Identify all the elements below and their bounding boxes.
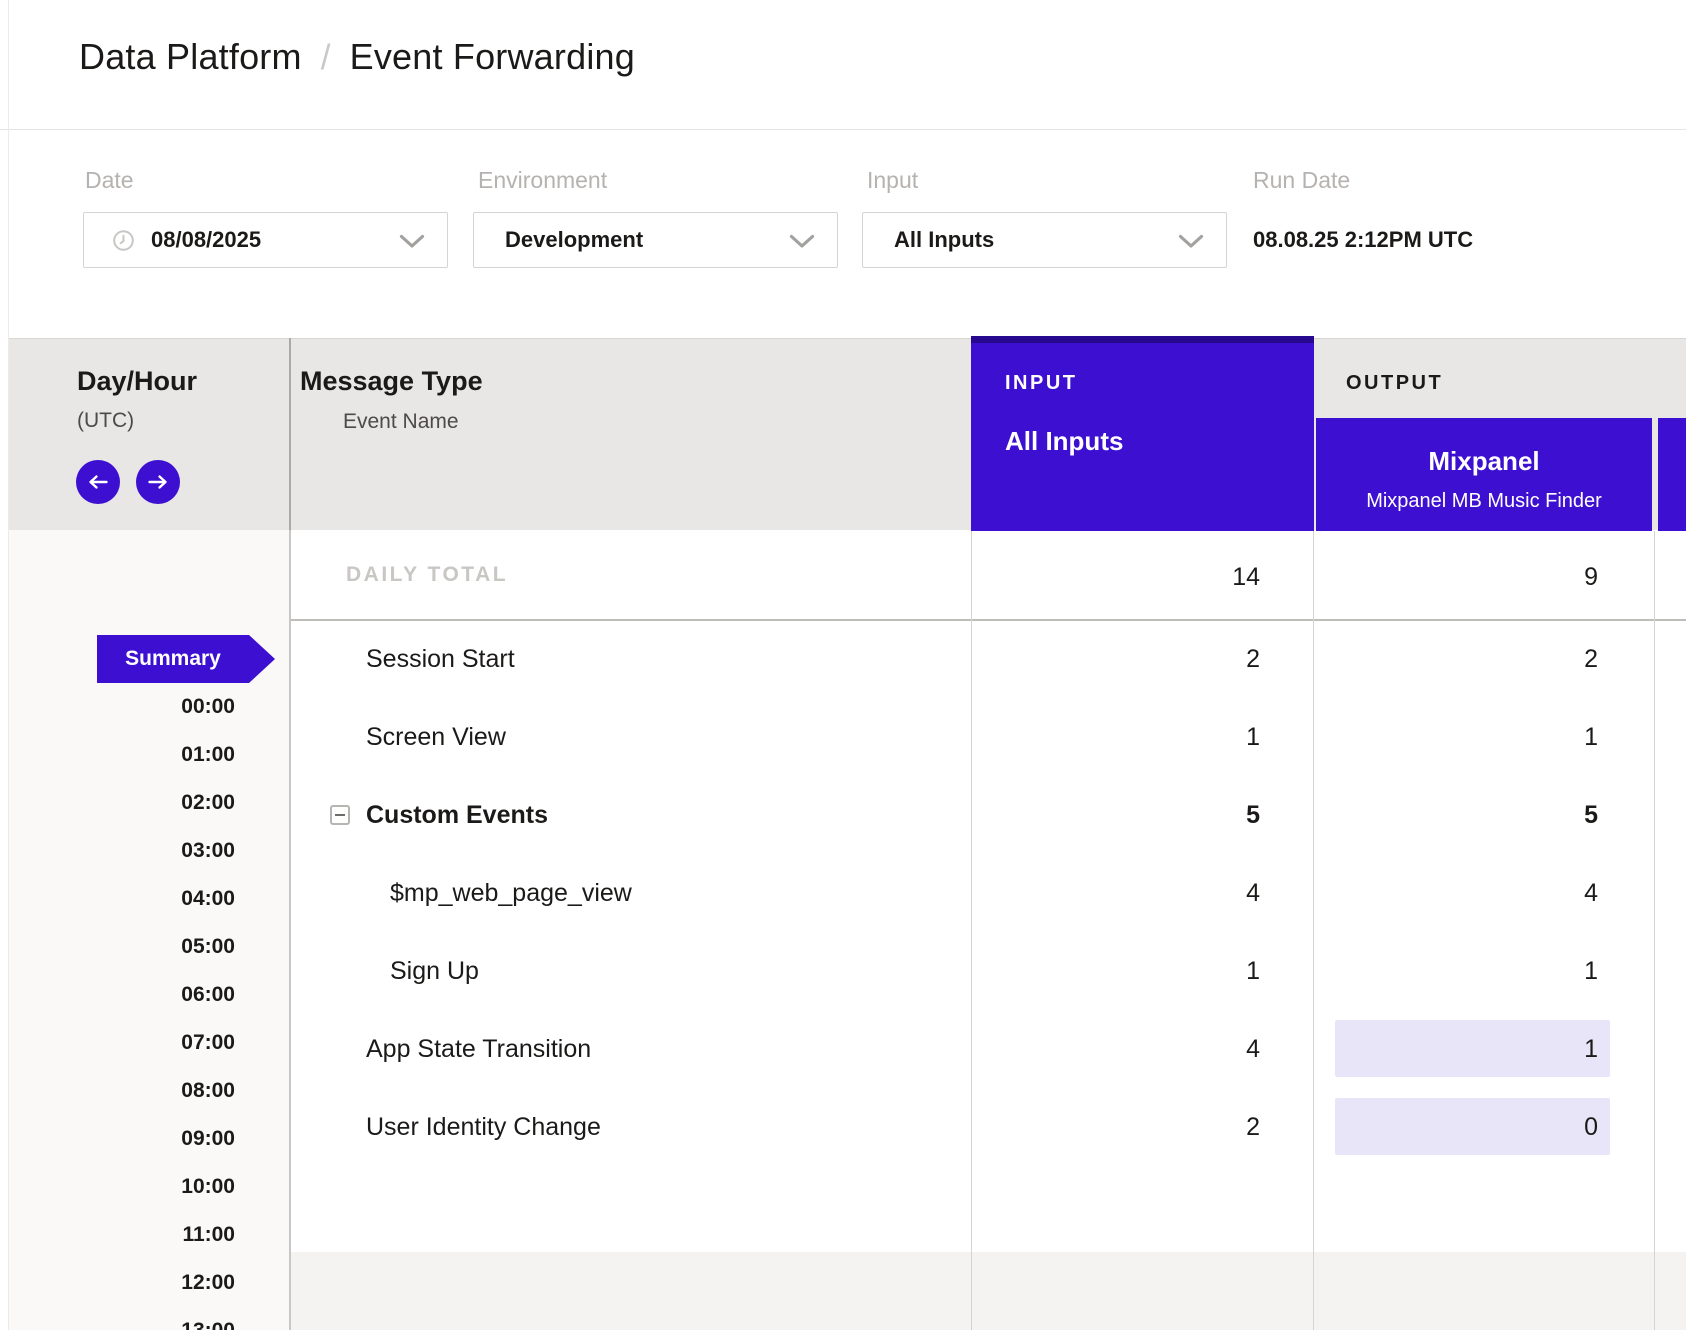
column-border <box>971 531 972 1330</box>
daily-total-input-value: 14 <box>971 560 1260 594</box>
hour-row-selector[interactable]: 13:00 <box>85 1307 235 1330</box>
event-label: Sign Up <box>390 932 479 1010</box>
run-date-value: 08.08.25 2:12PM UTC <box>1253 212 1473 268</box>
input-count-cell: 1 <box>971 698 1260 776</box>
hour-row-selector[interactable]: 08:00 <box>85 1067 235 1115</box>
page-title: Event Forwarding <box>350 36 635 78</box>
output-count-cell: 0 <box>1316 1088 1598 1166</box>
output-count-cell: 4 <box>1316 854 1598 932</box>
hour-row-selector[interactable]: 04:00 <box>85 875 235 923</box>
column-border <box>289 530 291 1330</box>
hour-row-selector[interactable]: 09:00 <box>85 1115 235 1163</box>
breadcrumb-section[interactable]: Data Platform <box>79 36 302 78</box>
header-divider <box>0 129 1686 130</box>
chevron-down-icon <box>399 234 425 254</box>
environment-filter-label: Environment <box>478 167 607 194</box>
input-count-cell: 4 <box>971 854 1260 932</box>
collapse-icon[interactable] <box>330 805 350 825</box>
run-date-label: Run Date <box>1253 167 1350 194</box>
chevron-down-icon <box>789 234 815 254</box>
page-left-edge-line <box>8 0 9 1330</box>
event-label: App State Transition <box>366 1010 591 1088</box>
input-dropdown[interactable]: All Inputs <box>862 212 1227 268</box>
event-label: $mp_web_page_view <box>390 854 632 932</box>
previous-day-button[interactable] <box>76 460 120 504</box>
output-count-cell: 1 <box>1316 932 1598 1010</box>
event-name-subheader: Event Name <box>343 410 459 434</box>
summary-flag-tip <box>249 635 275 683</box>
arrow-left-icon <box>87 474 109 490</box>
date-dropdown[interactable]: 08/08/2025 <box>83 212 448 268</box>
event-label: Session Start <box>366 620 515 698</box>
environment-dropdown-value: Development <box>505 227 643 253</box>
breadcrumb-separator: / <box>321 38 331 78</box>
input-count-cell: 2 <box>971 620 1260 698</box>
hour-row-selector[interactable]: 10:00 <box>85 1163 235 1211</box>
event-label: User Identity Change <box>366 1088 601 1166</box>
output-column-header-mixpanel[interactable]: Mixpanel Mixpanel MB Music Finder <box>1316 418 1652 531</box>
day-hour-sidebar: Summary 00:00 01:00 02:00 03:00 04:00 05… <box>8 530 290 1330</box>
input-column-title: All Inputs <box>1005 426 1123 457</box>
input-count-cell: 2 <box>971 1088 1260 1166</box>
breadcrumb: Data Platform / Event Forwarding <box>79 36 635 78</box>
environment-dropdown[interactable]: Development <box>473 212 838 268</box>
hour-row-selector[interactable]: 07:00 <box>85 1019 235 1067</box>
input-section-label: INPUT <box>1005 372 1078 395</box>
arrow-right-icon <box>147 474 169 490</box>
hour-row-selector[interactable]: 12:00 <box>85 1259 235 1307</box>
event-forwarding-screen: Data Platform / Event Forwarding Date En… <box>0 0 1686 1330</box>
output-count-cell: 5 <box>1316 776 1598 854</box>
chevron-down-icon <box>1178 234 1204 254</box>
hour-row-selector[interactable]: 05:00 <box>85 923 235 971</box>
table-row: Sign Up 1 1 <box>290 932 1686 1010</box>
table-row: Session Start 2 2 <box>290 620 1686 698</box>
summary-flag-label: Summary <box>97 635 249 683</box>
input-count-cell: 1 <box>971 932 1260 1010</box>
daily-total-output-value: 9 <box>1316 560 1598 594</box>
event-label: Screen View <box>366 698 506 776</box>
input-count-cell: 4 <box>971 1010 1260 1088</box>
output-count-cell: 1 <box>1316 698 1598 776</box>
date-dropdown-value: 08/08/2025 <box>151 227 261 253</box>
empty-rows-band <box>290 1252 1686 1330</box>
hour-row-selector[interactable]: 11:00 <box>85 1211 235 1259</box>
table-row: Custom Events 5 5 <box>290 776 1686 854</box>
hour-row-selector[interactable]: 00:00 <box>85 683 235 731</box>
hour-row-selector[interactable]: 02:00 <box>85 779 235 827</box>
output-count-cell: 1 <box>1316 1010 1598 1088</box>
daily-total-label: DAILY TOTAL <box>346 563 508 587</box>
column-border <box>1654 531 1655 1330</box>
input-filter-label: Input <box>867 167 918 194</box>
day-hour-timezone: (UTC) <box>77 409 134 433</box>
day-hour-header: Day/Hour <box>77 366 197 397</box>
output-column-subtitle: Mixpanel MB Music Finder <box>1316 490 1652 513</box>
output-count-cell: 2 <box>1316 620 1598 698</box>
clock-icon <box>112 229 135 252</box>
table-row: App State Transition 4 1 <box>290 1010 1686 1088</box>
message-type-header: Message Type <box>300 366 483 397</box>
output-column-title: Mixpanel <box>1316 446 1652 477</box>
column-border <box>1313 531 1314 1330</box>
hour-row-selector[interactable]: 03:00 <box>85 827 235 875</box>
hour-row-selector[interactable]: 01:00 <box>85 731 235 779</box>
input-column-header[interactable]: INPUT All Inputs <box>971 336 1314 531</box>
next-day-button[interactable] <box>136 460 180 504</box>
input-count-cell: 5 <box>971 776 1260 854</box>
table-row: User Identity Change 2 0 <box>290 1088 1686 1166</box>
header-column-divider <box>289 338 291 530</box>
input-dropdown-value: All Inputs <box>894 227 994 253</box>
hour-row-selector[interactable]: 06:00 <box>85 971 235 1019</box>
output-section-label: OUTPUT <box>1346 372 1443 395</box>
output-column-header-clipped[interactable] <box>1658 418 1686 531</box>
date-filter-label: Date <box>85 167 134 194</box>
event-label: Custom Events <box>366 776 548 854</box>
table-row: Screen View 1 1 <box>290 698 1686 776</box>
table-row: $mp_web_page_view 4 4 <box>290 854 1686 932</box>
